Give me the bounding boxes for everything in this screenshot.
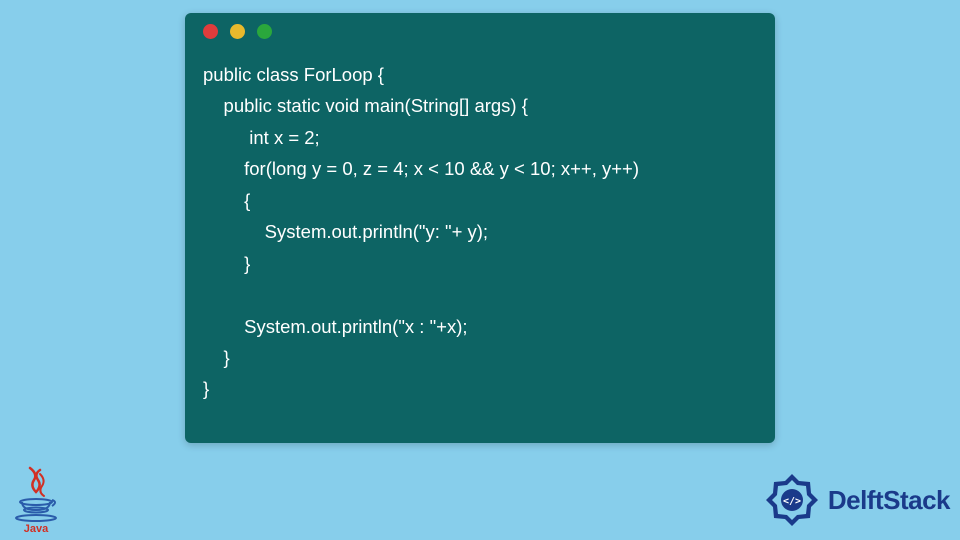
window-titlebar: [185, 13, 775, 49]
code-line: }: [203, 253, 250, 274]
code-line: {: [203, 190, 250, 211]
code-line: System.out.println("x : "+x);: [203, 316, 468, 337]
close-dot-icon: [203, 24, 218, 39]
code-line: for(long y = 0, z = 4; x < 10 && y < 10;…: [203, 158, 639, 179]
code-line: }: [203, 378, 209, 399]
code-block: public class ForLoop { public static voi…: [185, 49, 775, 405]
code-line: int x = 2;: [203, 127, 320, 148]
maximize-dot-icon: [257, 24, 272, 39]
code-line: System.out.println("y: "+ y);: [203, 221, 488, 242]
minimize-dot-icon: [230, 24, 245, 39]
svg-text:Java: Java: [24, 523, 49, 534]
delftstack-text: DelftStack: [828, 485, 950, 516]
code-line: public class ForLoop {: [203, 64, 384, 85]
svg-text:</>: </>: [783, 496, 801, 507]
code-line: public static void main(String[] args) {: [203, 95, 528, 116]
code-line: }: [203, 347, 230, 368]
java-logo-icon: Java: [12, 466, 60, 534]
delftstack-badge-icon: </>: [762, 470, 822, 530]
code-window: public class ForLoop { public static voi…: [185, 13, 775, 443]
delftstack-logo: </> DelftStack: [762, 470, 950, 530]
